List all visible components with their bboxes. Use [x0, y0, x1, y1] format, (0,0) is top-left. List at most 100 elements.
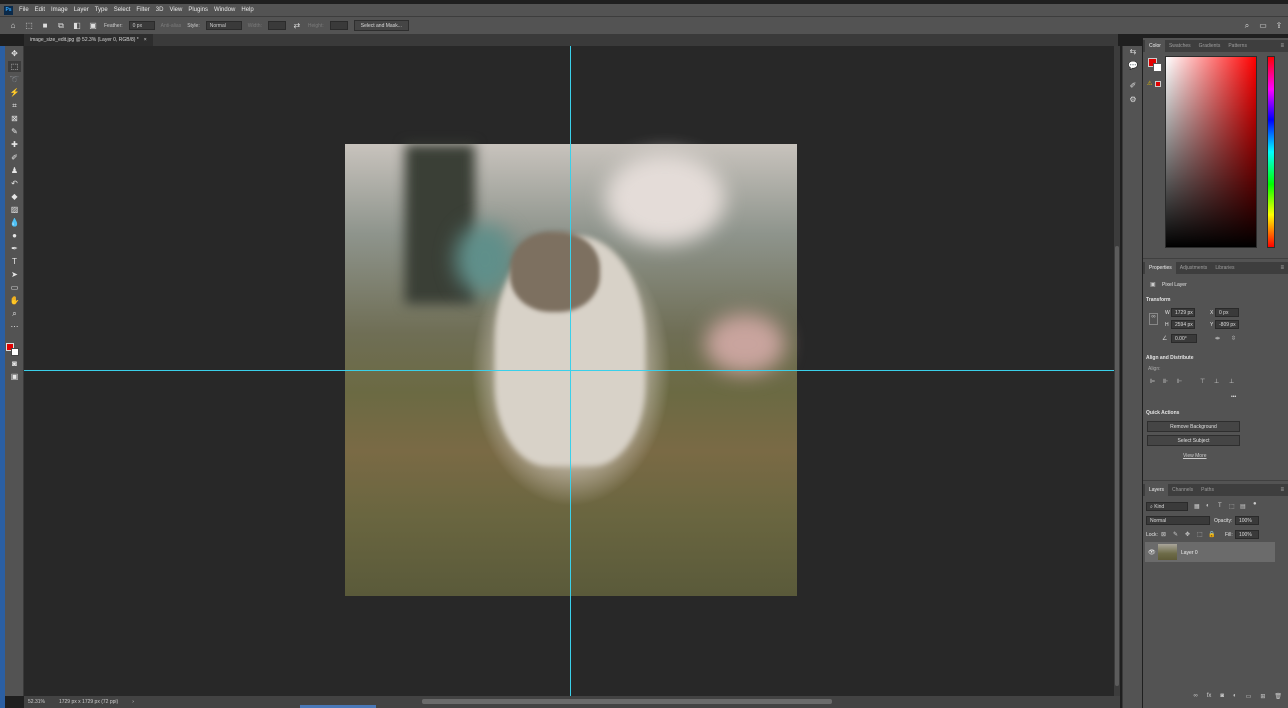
tab-gradients[interactable]: Gradients — [1195, 40, 1225, 52]
dodge-tool-icon[interactable]: ● — [8, 230, 21, 241]
more-tools-icon[interactable]: ⋯ — [8, 321, 21, 332]
quick-mask-icon[interactable]: ◙ — [8, 358, 21, 369]
tab-color[interactable]: Color — [1145, 40, 1165, 52]
path-select-tool-icon[interactable]: ➤ — [8, 269, 21, 280]
home-icon[interactable]: ⌂ — [8, 21, 18, 31]
gamut-color-chip[interactable] — [1155, 81, 1161, 87]
transform-section-title[interactable]: Transform — [1146, 297, 1170, 303]
view-more-link[interactable]: View More — [1183, 453, 1207, 459]
menu-help[interactable]: Help — [241, 7, 253, 13]
menu-file[interactable]: File — [19, 7, 29, 13]
fill-field[interactable]: 100% — [1235, 530, 1259, 539]
link-layers-icon[interactable]: ∞ — [1193, 693, 1197, 699]
menu-window[interactable]: Window — [214, 7, 235, 13]
horizontal-scroll-thumb[interactable] — [422, 699, 832, 704]
opacity-field[interactable]: 100% — [1235, 516, 1259, 525]
lock-position-icon[interactable]: ✥ — [1185, 531, 1190, 538]
adjustment-layer-icon[interactable]: ◐ — [1233, 693, 1237, 699]
select-subject-button[interactable]: Select Subject — [1147, 435, 1240, 446]
share-icon[interactable]: ⇪ — [1274, 21, 1284, 31]
document-canvas[interactable] — [24, 46, 1114, 696]
link-icon[interactable]: ∞ — [1149, 313, 1158, 325]
hue-slider[interactable] — [1267, 56, 1275, 248]
layer-thumbnail[interactable] — [1158, 544, 1177, 560]
workspace-icon[interactable]: ▭ — [1258, 21, 1268, 31]
align-right-icon[interactable]: ⊩ — [1177, 378, 1182, 385]
add-mask-icon[interactable]: ◙ — [1220, 693, 1224, 699]
zoom-tool-icon[interactable]: ⌕ — [8, 308, 21, 319]
tab-properties[interactable]: Properties — [1145, 262, 1176, 274]
healing-tool-icon[interactable]: ✚ — [8, 139, 21, 150]
visibility-eye-icon[interactable]: 👁 — [1148, 549, 1156, 556]
subtract-selection-icon[interactable]: ◧ — [72, 21, 82, 31]
history-brush-tool-icon[interactable]: ↶ — [8, 178, 21, 189]
blend-mode-select[interactable]: Normal — [1146, 516, 1210, 525]
swap-dimensions-icon[interactable]: ⇄ — [292, 21, 302, 31]
flip-horizontal-icon[interactable]: ⇹ — [1215, 335, 1220, 342]
color-field-picker[interactable] — [1165, 56, 1257, 248]
comments-panel-icon[interactable]: 💬 — [1128, 60, 1138, 70]
tab-channels[interactable]: Channels — [1168, 484, 1197, 496]
layer-style-icon[interactable]: fx — [1207, 693, 1212, 699]
history-panel-icon[interactable]: ⇆ — [1128, 46, 1138, 56]
menu-layer[interactable]: Layer — [74, 7, 89, 13]
lock-all-icon[interactable]: 🔒 — [1208, 531, 1215, 538]
menu-plugins[interactable]: Plugins — [188, 7, 208, 13]
style-select[interactable]: Normal — [205, 21, 242, 30]
menu-image[interactable]: Image — [51, 7, 68, 13]
move-tool-icon[interactable]: ✥ — [8, 48, 21, 59]
align-section-title[interactable]: Align and Distribute — [1146, 355, 1194, 361]
filter-shape-icon[interactable]: ⬚ — [1229, 503, 1235, 510]
x-field[interactable]: 0 px — [1215, 308, 1239, 317]
lock-transparency-icon[interactable]: ⊠ — [1161, 531, 1166, 538]
filter-pixel-icon[interactable]: ▦ — [1194, 503, 1200, 510]
menu-type[interactable]: Type — [95, 7, 108, 13]
width-field[interactable]: 1729 px — [1171, 308, 1195, 317]
new-group-icon[interactable]: ▭ — [1246, 693, 1252, 700]
magic-wand-tool-icon[interactable]: ⚡ — [8, 87, 21, 98]
remove-background-button[interactable]: Remove Background — [1147, 421, 1240, 432]
add-selection-icon[interactable]: ⧉ — [56, 21, 66, 31]
brush-panel-icon[interactable]: ✐ — [1128, 80, 1138, 90]
y-field[interactable]: -809 px — [1215, 320, 1239, 329]
lasso-tool-icon[interactable]: ➰ — [8, 74, 21, 85]
tab-paths[interactable]: Paths — [1197, 484, 1218, 496]
frame-tool-icon[interactable]: ⊠ — [8, 113, 21, 124]
vertical-scroll-thumb[interactable] — [1115, 246, 1119, 686]
eraser-tool-icon[interactable]: ◆ — [8, 191, 21, 202]
stamp-tool-icon[interactable]: ♟ — [8, 165, 21, 176]
blur-tool-icon[interactable]: 💧 — [8, 217, 21, 228]
quick-actions-title[interactable]: Quick Actions — [1146, 410, 1179, 416]
width-input[interactable] — [267, 21, 286, 30]
panel-menu-icon[interactable]: ≡ — [1280, 43, 1284, 49]
antialias-checkbox[interactable]: Anti-alias — [161, 23, 182, 29]
panel-menu-icon[interactable]: ≡ — [1280, 265, 1284, 271]
menu-edit[interactable]: Edit — [35, 7, 45, 13]
tab-layers[interactable]: Layers — [1145, 484, 1169, 496]
horizontal-guide[interactable] — [24, 370, 1114, 371]
vertical-guide[interactable] — [570, 46, 571, 696]
filter-type-icon[interactable]: T — [1218, 503, 1222, 509]
hand-tool-icon[interactable]: ✋ — [8, 295, 21, 306]
layer-filter-select[interactable]: ⌕ Kind — [1146, 502, 1188, 511]
menu-filter[interactable]: Filter — [136, 7, 149, 13]
status-menu-arrow[interactable]: › — [132, 699, 134, 705]
tab-swatches[interactable]: Swatches — [1165, 40, 1195, 52]
adjust-panel-icon[interactable]: ⚙ — [1128, 94, 1138, 104]
lock-artboard-icon[interactable]: ⬚ — [1197, 531, 1203, 538]
layer-name[interactable]: Layer 0 — [1181, 550, 1198, 556]
color-panel-background-swatch[interactable] — [1153, 63, 1162, 72]
screen-mode-icon[interactable]: ▣ — [8, 371, 21, 382]
filter-toggle-icon[interactable]: ● — [1253, 501, 1257, 507]
tab-libraries[interactable]: Libraries — [1211, 262, 1238, 274]
background-color-swatch[interactable] — [11, 348, 19, 356]
new-selection-icon[interactable]: ■ — [40, 21, 50, 31]
feather-input[interactable]: 0 px — [128, 21, 155, 30]
new-layer-icon[interactable]: ⊞ — [1260, 693, 1265, 700]
height-field[interactable]: 2594 px — [1171, 320, 1195, 329]
align-bottom-icon[interactable]: ⊥ — [1229, 378, 1234, 385]
tab-adjustments[interactable]: Adjustments — [1176, 262, 1212, 274]
rectangle-tool-icon[interactable]: ▭ — [8, 282, 21, 293]
menu-view[interactable]: View — [169, 7, 182, 13]
height-input[interactable] — [329, 21, 348, 30]
